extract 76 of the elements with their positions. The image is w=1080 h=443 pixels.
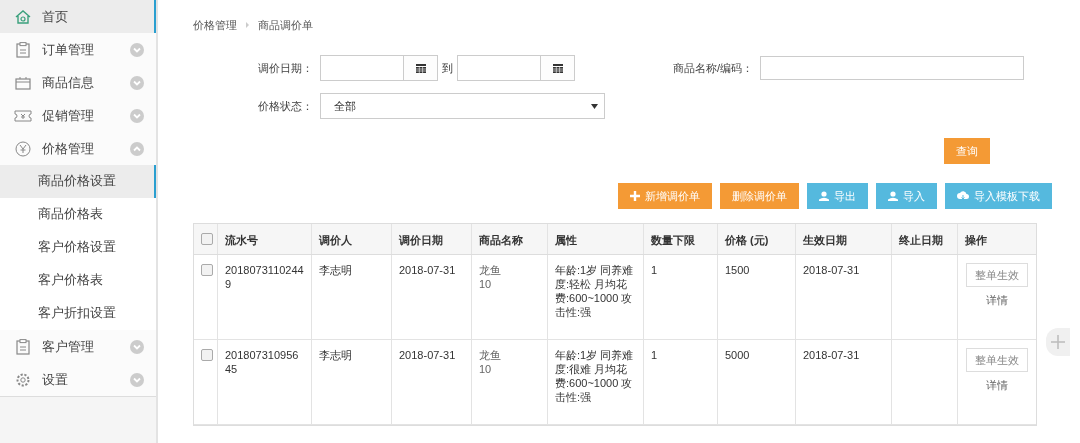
nav-label: 商品信息 [42,73,95,92]
row-checkbox[interactable] [201,264,213,276]
nav-subitem[interactable]: 客户价格设置 [0,231,156,264]
clipboard-icon [14,338,32,355]
column-header: 属性 [548,224,644,254]
table-cell: 1500 [725,263,750,277]
column-header: 操作 [964,233,988,248]
nav-subitem[interactable]: 商品价格设置 [0,165,156,198]
table-cell-text: 年龄:1岁 同养难度:轻松 月均花费:600~1000 攻击性:强 [555,263,635,319]
clipboard-icon [14,41,32,58]
table-cell: 2018-07-31 [399,348,456,362]
nav-item[interactable]: 促销管理 [0,99,156,132]
date-field[interactable] [320,55,438,81]
table-cell-text: 年龄:1岁 同养难度:很难 月均花费:600~1000 攻击性:强 [555,348,635,404]
user-icon [888,191,898,201]
plus-icon [630,191,640,201]
breadcrumb-item[interactable]: 商品调价单 [258,17,313,33]
add-icon[interactable] [1046,328,1070,356]
table-cell: 李志明 [319,348,352,362]
table-cell: 龙鱼 10 [479,348,501,376]
nav-item[interactable]: 设置 [0,363,156,396]
column-header: 生效日期 [796,224,892,254]
table-cell: 20180731102449 [225,263,304,291]
nav-label: 订单管理 [42,40,95,59]
nav-label: 促销管理 [42,106,95,125]
dropdown-caret-icon [591,103,598,109]
home-icon [14,8,32,25]
apply-button[interactable]: 整单生效 [966,348,1028,372]
cloud-download-icon [957,191,969,201]
nav-subitem[interactable]: 商品价格表 [0,198,156,231]
column-header: 流水号 [218,224,312,254]
nav-item[interactable]: 价格管理 [0,132,156,165]
table-cell: 1 [651,348,658,362]
column-header: 价格 (元) [718,224,796,254]
field-label: 调价日期： [257,60,314,76]
field-label: 商品名称/编码： [671,60,754,76]
settings-icon [14,371,32,388]
nav-label: 首页 [42,7,69,26]
nav-subitem[interactable]: 客户价格表 [0,264,156,297]
nav-label: 设置 [42,370,69,389]
nav-item[interactable]: 商品信息 [0,66,156,99]
column-header: 终止日期 [892,224,958,254]
nav-label: 价格管理 [42,139,95,158]
yen-icon [14,140,32,157]
table-cell: 2018-07-31 [803,263,860,277]
status-dropdown[interactable]: 全部 [320,93,605,119]
range-separator: 到 [442,60,453,76]
nav-label: 客户管理 [42,337,95,356]
table-cell: 2018-07-31 [399,263,456,277]
details-link[interactable]: 详情 [986,293,1008,308]
ticket-icon [14,107,32,124]
field-label: 价格状态： [257,98,314,114]
breadcrumb-separator-icon [245,22,250,28]
select-all-checkbox[interactable] [201,233,213,245]
apply-button[interactable]: 整单生效 [966,263,1028,287]
column-header: 数量下限 [644,224,718,254]
nav-item[interactable]: 订单管理 [0,33,156,66]
table-cell: 2018-07-31 [803,348,860,362]
box-icon [14,74,32,91]
column-header: 调价人 [312,224,392,254]
column-header: 调价日期 [392,224,472,254]
table-cell-text: 20180731095645 [225,348,300,376]
column-header: 商品名称 [472,224,548,254]
table-cell: 龙鱼 10 [479,263,501,291]
nav-subitem[interactable]: 客户折扣设置 [0,297,156,330]
table-cell: 1 [651,263,658,277]
nav-item[interactable]: 客户管理 [0,330,156,363]
table-cell: 李志明 [319,263,352,277]
input-field[interactable] [760,56,1024,80]
row-checkbox[interactable] [201,349,213,361]
breadcrumb-item[interactable]: 价格管理 [193,17,237,33]
details-link[interactable]: 详情 [986,378,1008,393]
table-cell: 5000 [725,348,750,362]
date-field[interactable] [457,55,575,81]
nav-item[interactable]: 首页 [0,0,156,33]
user-icon [819,191,829,201]
